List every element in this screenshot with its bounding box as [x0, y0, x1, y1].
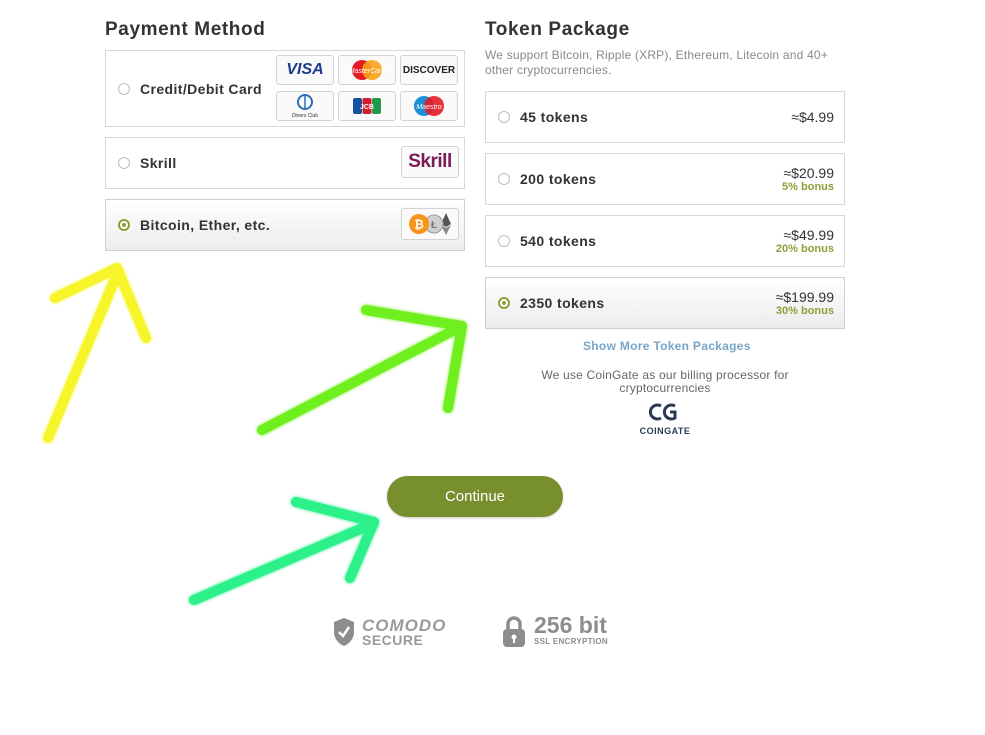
package-bonus: 30% bonus: [775, 305, 834, 317]
svg-text:JCB: JCB: [360, 104, 374, 111]
package-label: 45 tokens: [520, 109, 589, 125]
package-label: 200 tokens: [520, 171, 597, 187]
payment-method-title: Payment Method: [105, 19, 266, 40]
skrill-option-label: Skrill: [140, 155, 177, 171]
skrill-logo: Skrill: [401, 146, 459, 178]
ssl-encryption-text: SSL ENCRYPTION: [534, 637, 608, 646]
token-package-2350[interactable]: 2350 tokens ≈$199.99 30% bonus: [485, 277, 845, 329]
diners-club-logo: Diners Club: [276, 91, 334, 121]
svg-text:MasterCard: MasterCard: [349, 68, 387, 75]
show-more-packages-link[interactable]: Show More Token Packages: [583, 339, 751, 353]
package-radio[interactable]: [498, 297, 510, 309]
card-logos: VISA MasterCard DISCOVER Diners Club JCB…: [276, 55, 460, 121]
teal-arrow-icon: [189, 497, 379, 605]
package-label: 2350 tokens: [520, 295, 605, 311]
comodo-secure-badge: COMODO SECURE: [332, 616, 462, 650]
card-option-label: Credit/Debit Card: [140, 81, 262, 97]
svg-text:Diners Club: Diners Club: [292, 113, 318, 119]
svg-text:Maestro: Maestro: [416, 104, 441, 111]
secure-text: SECURE: [362, 632, 424, 648]
skrill-radio[interactable]: [118, 157, 130, 169]
package-radio[interactable]: [498, 235, 510, 247]
payment-option-crypto[interactable]: Bitcoin, Ether, etc. Ł ₿: [105, 199, 465, 251]
svg-text:Ł: Ł: [431, 220, 437, 231]
ssl-bits-text: 256 bit: [534, 612, 607, 638]
package-bonus: 5% bonus: [782, 181, 834, 193]
visa-logo: VISA: [276, 55, 334, 85]
discover-logo: DISCOVER: [400, 55, 458, 85]
mastercard-logo: MasterCard: [338, 55, 396, 85]
shield-check-icon: [334, 618, 354, 646]
token-package-200[interactable]: 200 tokens ≈$20.99 5% bonus: [485, 153, 845, 205]
token-package-description: We support Bitcoin, Ripple (XRP), Ethere…: [485, 48, 828, 77]
ssl-badge: 256 bit SSL ENCRYPTION: [502, 612, 632, 652]
coingate-processor-note: We use CoinGate as our billing processor…: [541, 368, 789, 395]
svg-text:₿: ₿: [414, 218, 424, 232]
crypto-coins-icon: Ł ₿: [401, 208, 459, 240]
yellow-arrow-icon: [43, 263, 151, 443]
package-radio[interactable]: [498, 173, 510, 185]
token-package-45[interactable]: 45 tokens ≈$4.99: [485, 91, 845, 143]
package-price: ≈$199.99: [775, 289, 834, 305]
package-price: ≈$20.99: [783, 165, 834, 181]
maestro-logo: Maestro: [400, 91, 458, 121]
token-package-540[interactable]: 540 tokens ≈$49.99 20% bonus: [485, 215, 845, 267]
coingate-icon: [648, 403, 677, 421]
coingate-logo: COINGATE: [630, 401, 700, 437]
continue-button[interactable]: Continue: [387, 476, 563, 517]
package-price: ≈$4.99: [791, 109, 834, 125]
crypto-radio[interactable]: [118, 219, 130, 231]
jcb-logo: JCB: [338, 91, 396, 121]
crypto-option-label: Bitcoin, Ether, etc.: [140, 217, 271, 233]
lock-icon: [503, 616, 525, 647]
payment-option-skrill[interactable]: Skrill Skrill: [105, 137, 465, 189]
package-price: ≈$49.99: [783, 227, 834, 243]
package-label: 540 tokens: [520, 233, 597, 249]
package-radio[interactable]: [498, 111, 510, 123]
payment-option-card[interactable]: Credit/Debit Card VISA MasterCard DISCOV…: [105, 50, 465, 127]
token-package-title: Token Package: [485, 19, 630, 40]
coingate-wordmark: COINGATE: [639, 426, 691, 436]
card-radio[interactable]: [118, 83, 130, 95]
green-arrow-icon: [257, 305, 467, 435]
package-bonus: 20% bonus: [775, 243, 834, 255]
